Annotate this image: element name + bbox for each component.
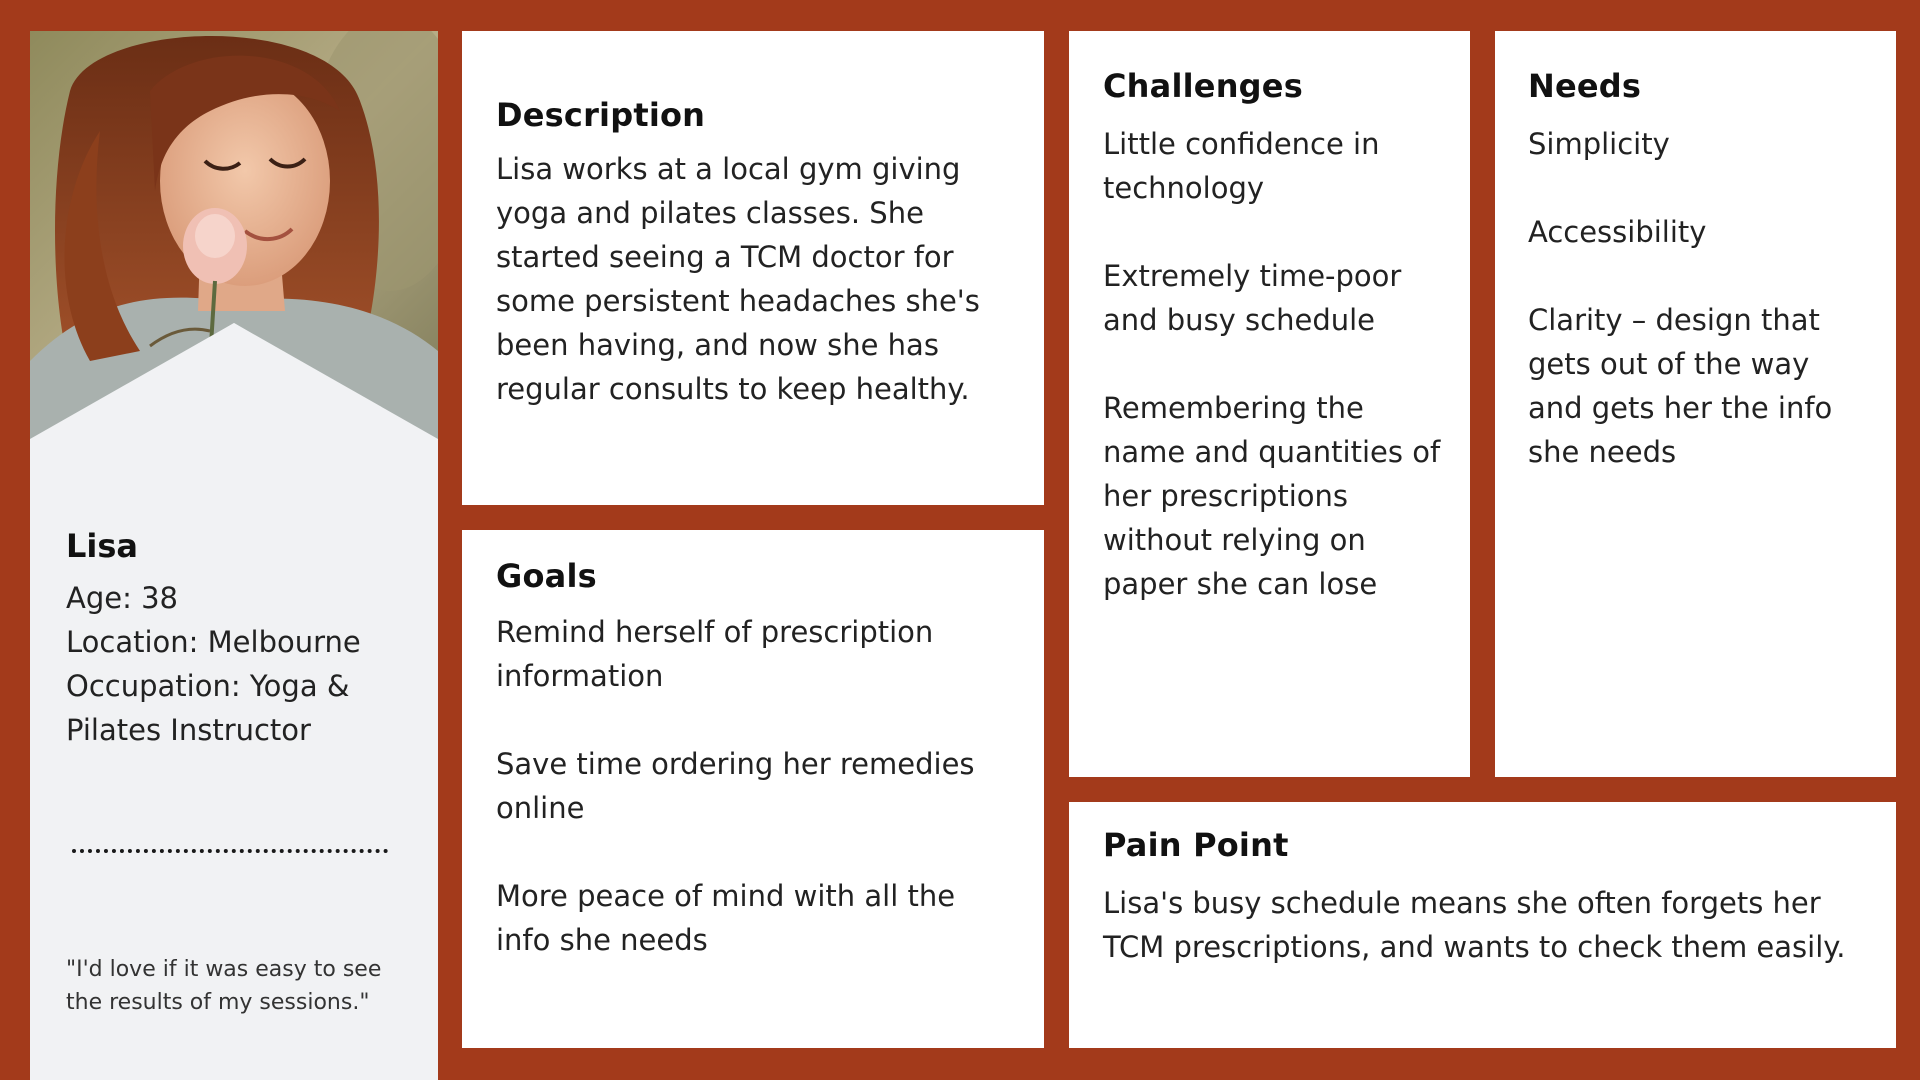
persona-meta: Age: 38 Location: Melbourne Occupation: … (66, 576, 416, 752)
dotted-divider (72, 849, 388, 853)
goals-item: Remind herself of prescription informati… (496, 615, 934, 693)
persona-age: Age: 38 (66, 581, 178, 615)
challenges-item: Extremely time-poor and busy schedule (1103, 259, 1402, 337)
persona-occupation: Occupation: Yoga & Pilates Instructor (66, 669, 350, 747)
needs-item: Clarity – design that gets out of the wa… (1528, 303, 1833, 469)
challenges-item: Remembering the name and quantities of h… (1103, 391, 1441, 601)
needs-card: Needs Simplicity Accessibility Clarity –… (1495, 31, 1896, 777)
description-title: Description (496, 96, 706, 134)
goals-card: Goals Remind herself of prescription inf… (462, 530, 1044, 1048)
needs-item: Accessibility (1528, 215, 1707, 249)
needs-item: Simplicity (1528, 127, 1670, 161)
challenges-item: Little confidence in technology (1103, 127, 1380, 205)
persona-profile-card: Lisa Age: 38 Location: Melbourne Occupat… (30, 31, 438, 1080)
pain-point-body: Lisa's busy schedule means she often for… (1103, 886, 1846, 964)
persona-photo (30, 31, 438, 443)
persona-name: Lisa (66, 527, 138, 565)
description-card: Description Lisa works at a local gym gi… (462, 31, 1044, 505)
challenges-title: Challenges (1103, 67, 1303, 105)
goals-item: Save time ordering her remedies online (496, 747, 975, 825)
persona-location: Location: Melbourne (66, 625, 361, 659)
persona-details: Lisa Age: 38 Location: Melbourne Occupat… (66, 526, 416, 752)
needs-title: Needs (1528, 67, 1642, 105)
persona-quote: "I'd love if it was easy to see the resu… (66, 957, 382, 1015)
goals-item: More peace of mind with all the info she… (496, 879, 956, 957)
description-body: Lisa works at a local gym giving yoga an… (496, 152, 980, 406)
pain-point-card: Pain Point Lisa's busy schedule means sh… (1069, 802, 1896, 1048)
challenges-card: Challenges Little confidence in technolo… (1069, 31, 1470, 777)
pain-point-title: Pain Point (1103, 826, 1289, 864)
goals-title: Goals (496, 557, 597, 595)
